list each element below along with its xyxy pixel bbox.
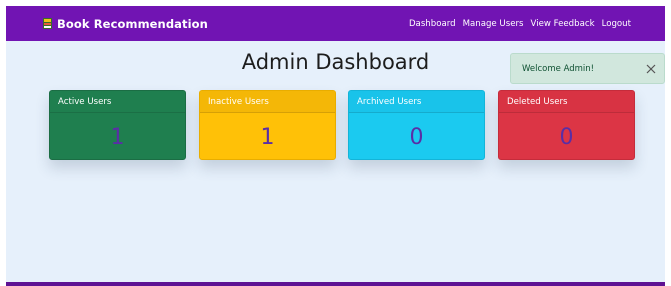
card-count: 0 (409, 124, 424, 150)
card-active-users[interactable]: Active Users 1 (49, 90, 186, 160)
nav-link-dashboard[interactable]: Dashboard (409, 19, 456, 29)
toast-message: Welcome Admin! (522, 63, 595, 74)
card-count: 0 (559, 124, 574, 150)
card-header: Inactive Users (200, 91, 335, 113)
nav-links: Dashboard Manage Users View Feedback Log… (402, 6, 631, 41)
brand[interactable]: Book Recommendation (43, 17, 208, 31)
card-header: Active Users (50, 91, 185, 113)
card-inactive-users[interactable]: Inactive Users 1 (199, 90, 336, 160)
card-count: 1 (110, 124, 125, 150)
navbar: Book Recommendation Dashboard Manage Use… (6, 6, 665, 41)
card-header: Deleted Users (499, 91, 634, 113)
footer-bar (6, 282, 665, 286)
nav-link-view-feedback[interactable]: View Feedback (531, 19, 595, 29)
card-header: Archived Users (349, 91, 484, 113)
card-archived-users[interactable]: Archived Users 0 (348, 90, 485, 160)
welcome-toast: Welcome Admin! (510, 53, 665, 84)
nav-link-logout[interactable]: Logout (602, 19, 631, 29)
book-icon (43, 18, 52, 29)
app-frame: Book Recommendation Dashboard Manage Use… (6, 6, 665, 286)
nav-link-manage-users[interactable]: Manage Users (463, 19, 524, 29)
close-icon[interactable] (643, 61, 659, 77)
card-deleted-users[interactable]: Deleted Users 0 (498, 90, 635, 160)
card-count: 1 (260, 124, 275, 150)
brand-title: Book Recommendation (57, 16, 208, 31)
